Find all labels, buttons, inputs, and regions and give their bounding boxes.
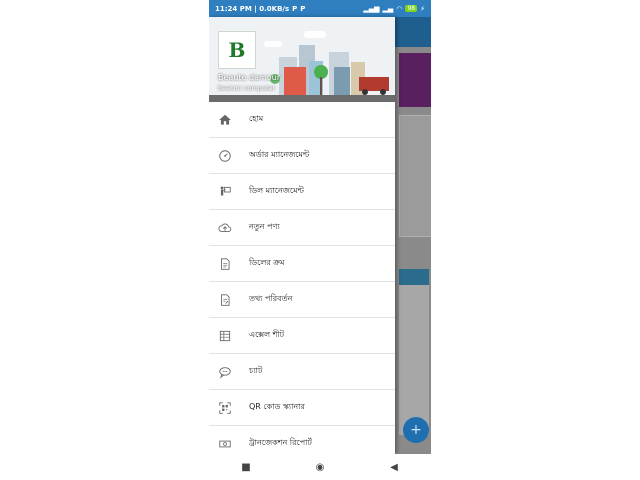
signal-icon: ▂▄▆	[363, 4, 380, 13]
signal-icon: ▂▄	[382, 4, 394, 13]
menu-item-info-change[interactable]: তথ্য পরিবর্তন	[209, 282, 395, 318]
menu-item-label: হোম	[249, 114, 264, 123]
menu-item-deal-management[interactable]: ডিল ম্যানেজমেন্ট	[209, 174, 395, 210]
menu-item-label: নতুন পণ্য	[249, 222, 280, 231]
presenter-icon	[217, 184, 233, 200]
chat-icon	[217, 364, 233, 380]
menu-item-label: এক্সেল শীট	[249, 330, 285, 339]
user-name: Beaute damour	[218, 73, 281, 82]
menu-item-label: চ্যাট	[249, 366, 263, 375]
phone-screen: 11:24 PM | 0.0KB/s P P ▂▄▆ ▂▄ ◠ 98 ⚡ + B…	[209, 0, 431, 480]
drawer-header: B Beaute damour beacon computer	[209, 17, 395, 102]
menu-item-excel-sheet[interactable]: এক্সেল শীট	[209, 318, 395, 354]
menu-item-transaction-report[interactable]: ট্রানজেকশন রিপোর্ট	[209, 426, 395, 454]
company-logo: B	[218, 31, 256, 69]
notification-icon: P	[300, 4, 306, 13]
user-subtitle: beacon computer	[218, 84, 276, 92]
system-nav-bar: ■ ◉ ◀	[209, 454, 431, 480]
status-bar: 11:24 PM | 0.0KB/s P P ▂▄▆ ▂▄ ◠ 98 ⚡	[209, 0, 431, 17]
menu-item-new-product[interactable]: নতুন পণ্য	[209, 210, 395, 246]
recents-button[interactable]: ■	[231, 462, 261, 473]
app-toolbar	[395, 17, 431, 47]
app-card	[399, 115, 431, 237]
menu-item-label: তথ্য পরিবর্তন	[249, 294, 293, 303]
add-fab-button[interactable]: +	[403, 417, 429, 443]
home-icon	[217, 112, 233, 128]
drawer-menu: হোম অর্ডার ম্যানেজমেন্ট ডিল ম্যানেজমেন্ট…	[209, 102, 395, 454]
menu-item-label: ডিল ম্যানেজমেন্ট	[249, 186, 304, 195]
notification-icon: P	[292, 4, 298, 13]
battery-badge: 98	[405, 5, 418, 12]
status-time: 11:24 PM | 0.0KB/s	[215, 4, 290, 13]
menu-item-chat[interactable]: চ্যাট	[209, 354, 395, 390]
qr-scanner-icon	[217, 400, 233, 416]
menu-item-label: ট্রানজেকশন রিপোর্ট	[249, 438, 312, 447]
app-card	[399, 269, 429, 435]
menu-item-home[interactable]: হোম	[209, 102, 395, 138]
gauge-icon	[217, 148, 233, 164]
menu-item-qr-scanner[interactable]: QR কোড স্ক্যানার	[209, 390, 395, 426]
wifi-icon: ◠	[396, 4, 403, 13]
navigation-drawer: B Beaute damour beacon computer হোম অর্ড…	[209, 17, 395, 454]
menu-item-order-management[interactable]: অর্ডার ম্যানেজমেন্ট	[209, 138, 395, 174]
document-icon	[217, 256, 233, 272]
spreadsheet-icon	[217, 328, 233, 344]
cloud-upload-icon	[217, 220, 233, 236]
back-button[interactable]: ◀	[379, 462, 409, 473]
menu-item-label: অর্ডার ম্যানেজমেন্ট	[249, 150, 310, 159]
menu-item-label: ডিলের ক্রম	[249, 258, 285, 267]
menu-item-deal-order[interactable]: ডিলের ক্রম	[209, 246, 395, 282]
document-edit-icon	[217, 292, 233, 308]
home-button[interactable]: ◉	[305, 462, 335, 473]
money-icon	[217, 436, 233, 452]
background-app: +	[395, 17, 431, 454]
app-banner	[399, 53, 431, 107]
charging-icon: ⚡	[420, 4, 425, 13]
menu-item-label: QR কোড স্ক্যানার	[249, 402, 305, 411]
